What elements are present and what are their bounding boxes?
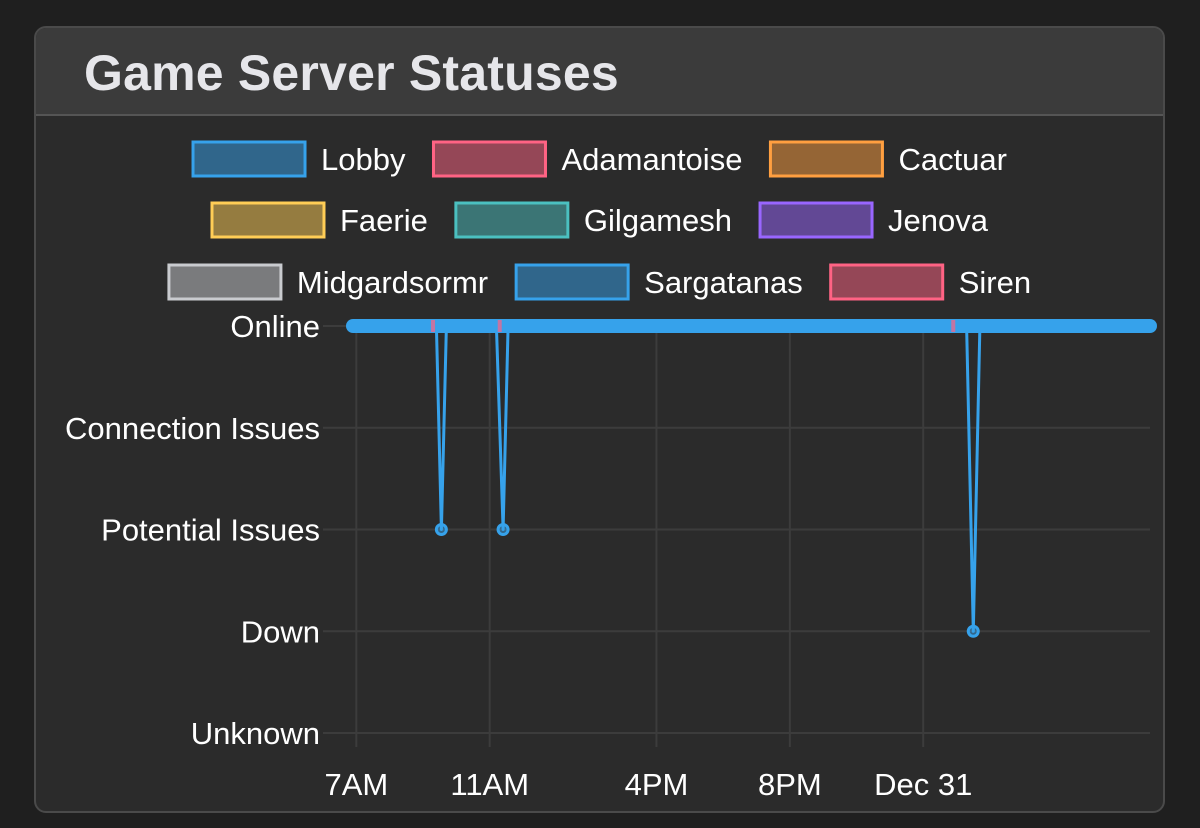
panel-title: Game Server Statuses [84, 45, 619, 101]
server-status-panel: Game Server Statuses [34, 26, 1165, 813]
panel-header: Game Server Statuses [36, 28, 1163, 116]
